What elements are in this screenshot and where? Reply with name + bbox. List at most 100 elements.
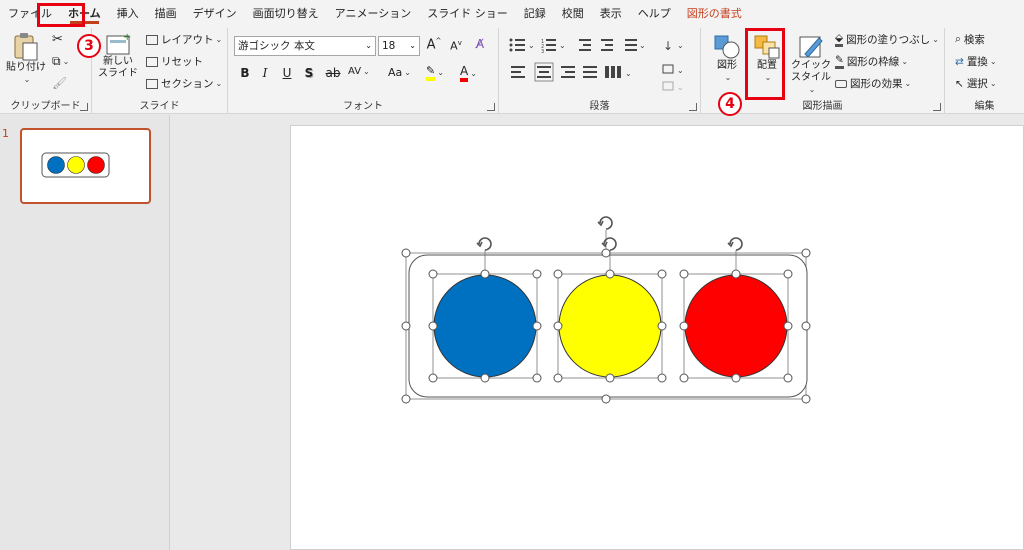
font-launcher-icon[interactable]	[487, 103, 495, 111]
new-slide-label-1: 新しい	[103, 56, 133, 67]
chevron-down-icon: ⌄	[724, 73, 732, 82]
shape-effects-button[interactable]: 図形の効果 ⌄	[835, 76, 911, 91]
drawing-launcher-icon[interactable]	[933, 103, 941, 111]
font-color-button[interactable]: A ⌄	[460, 64, 477, 82]
font-size-combo[interactable]: 18 ⌄	[378, 36, 420, 56]
font-name-combo[interactable]: 游ゴシック 本文 ⌄	[234, 36, 376, 56]
shrink-font-button[interactable]: Av	[447, 39, 465, 53]
thumbnail-preview	[41, 152, 110, 178]
tab-help[interactable]: ヘルプ	[630, 0, 679, 28]
slides-group-label: スライド	[139, 101, 180, 112]
copy-button[interactable]: ⧉ ⌄	[52, 54, 69, 69]
chevron-down-icon: ⌄	[215, 79, 223, 88]
ribbon-tab-bar: ファイル ホーム 挿入 描画 デザイン 画面切り替え アニメーション スライド …	[0, 0, 1024, 28]
slide-number: 1	[2, 127, 9, 140]
shapes-icon	[714, 35, 740, 59]
clipboard-launcher-icon[interactable]	[80, 103, 88, 111]
select-button[interactable]: ↖ 選択 ⌄	[955, 76, 997, 91]
reset-button[interactable]: リセット	[146, 54, 203, 69]
tab-slideshow[interactable]: スライド ショー	[419, 0, 516, 28]
paragraph-launcher-icon[interactable]	[689, 103, 697, 111]
shadow-button[interactable]: S	[300, 66, 318, 80]
quick-style-label-2: スタイル	[791, 72, 831, 83]
shapes-button[interactable]: 図形 ⌄	[709, 34, 745, 84]
svg-text:⌄: ⌄	[625, 69, 632, 78]
tab-animations[interactable]: アニメーション	[327, 0, 420, 28]
character-spacing-button[interactable]: AV ⌄	[348, 66, 370, 77]
blue-circle	[433, 274, 537, 378]
format-painter-button[interactable]: 🖌	[52, 76, 67, 90]
cut-button[interactable]: ✂	[52, 32, 63, 47]
step-3-marker: 3	[77, 34, 101, 58]
find-button[interactable]: ⌕ 検索	[955, 32, 985, 47]
quick-style-label-2-row: スタイル ⌄	[789, 72, 833, 96]
paragraph-group-label: 段落	[589, 101, 610, 112]
svg-text:⌄: ⌄	[677, 41, 684, 50]
highlight-color-button[interactable]: ✎ ⌄	[426, 64, 444, 81]
shape-outline-label: 図形の枠線	[846, 56, 900, 68]
tab-draw[interactable]: 描画	[147, 0, 185, 28]
clear-format-button[interactable]: A̸	[471, 37, 489, 51]
chevron-down-icon: ⌄	[989, 57, 997, 66]
paragraph-group: ⌄ 1 2 3 ⌄ ⌄ ↓ ⌄ ⌄ ⌄ ⌄ 段落	[499, 28, 701, 114]
layout-button[interactable]: レイアウト ⌄	[146, 32, 222, 47]
new-slide-icon: +	[106, 32, 131, 55]
chevron-down-icon: ⌄	[404, 68, 411, 77]
chevron-down-icon: ⌄	[901, 57, 909, 66]
shrink-font-label: A	[450, 39, 458, 53]
tab-insert[interactable]: 挿入	[109, 0, 147, 28]
bold-button[interactable]: B	[236, 66, 254, 80]
underline-button[interactable]: U	[278, 66, 296, 80]
grow-font-button[interactable]: A^	[425, 37, 443, 52]
shape-effects-icon	[835, 79, 847, 88]
quick-styles-icon	[799, 36, 823, 58]
home-tab-highlight	[37, 3, 85, 27]
chevron-down-icon: ⌄	[808, 85, 816, 94]
replace-button[interactable]: ⇄ 置換 ⌄	[955, 54, 997, 69]
new-slide-button[interactable]: + 新しい スライド	[96, 32, 140, 80]
chevron-down-icon: ⌄	[409, 41, 416, 50]
search-icon: ⌕	[955, 33, 961, 45]
find-label: 検索	[963, 34, 985, 46]
tab-shape-format[interactable]: 図形の書式	[679, 0, 750, 28]
replace-icon: ⇄	[955, 55, 964, 68]
chevron-down-icon: ⌄	[215, 35, 223, 44]
select-label: 選択	[966, 78, 988, 90]
slide-canvas[interactable]	[290, 125, 1024, 550]
tab-record[interactable]: 記録	[516, 0, 554, 28]
svg-text:3: 3	[541, 49, 544, 55]
tab-review[interactable]: 校閲	[554, 0, 592, 28]
section-button[interactable]: セクション ⌄	[146, 76, 222, 91]
tab-view[interactable]: 表示	[592, 0, 630, 28]
reset-icon	[146, 56, 158, 67]
shape-outline-button[interactable]: ✎ 図形の枠線 ⌄	[835, 54, 908, 69]
shape-fill-button[interactable]: ⬙ 図形の塗りつぶし ⌄	[835, 32, 939, 47]
clipboard-group-label: クリップボード	[10, 101, 81, 112]
yellow-circle	[558, 274, 662, 378]
svg-text:⌄: ⌄	[559, 41, 566, 50]
quick-style-label-1: クイック	[791, 60, 831, 71]
chevron-down-icon: ⌄	[62, 57, 70, 66]
paste-icon	[14, 33, 38, 61]
tab-design[interactable]: デザイン	[185, 0, 245, 28]
italic-button[interactable]: I	[256, 66, 274, 80]
slide-thumbnail[interactable]	[20, 128, 151, 204]
ribbon: 貼り付け ⌄ ✂ ⧉ ⌄ 🖌 クリップボード + 新しい スライド レイアウト …	[0, 28, 1024, 114]
layout-label: レイアウト	[161, 34, 214, 46]
paragraph-icons[interactable]: ⌄ 1 2 3 ⌄ ⌄ ↓ ⌄ ⌄ ⌄ ⌄	[507, 36, 697, 96]
cursor-icon: ↖	[955, 77, 964, 90]
quick-styles-button[interactable]: クイック スタイル ⌄	[789, 34, 833, 96]
font-group: 游ゴシック 本文 ⌄ 18 ⌄ A^ Av A̸ B I U S ab AV ⌄ …	[228, 28, 499, 114]
paste-button[interactable]: 貼り付け ⌄	[6, 32, 46, 86]
tab-transitions[interactable]: 画面切り替え	[245, 0, 327, 28]
svg-text:⌄: ⌄	[677, 83, 684, 92]
slide-thumbnail-panel: 1	[0, 115, 170, 550]
strikethrough-button[interactable]: ab	[322, 66, 344, 80]
change-case-button[interactable]: Aa ⌄	[388, 66, 411, 79]
brush-icon: 🖌	[52, 76, 68, 90]
chevron-down-icon: ⌄	[904, 79, 912, 88]
pen-outline-icon: ✎	[835, 54, 844, 69]
scissors-icon: ✂	[52, 32, 63, 47]
font-name-value: 游ゴシック 本文	[238, 40, 315, 52]
chevron-down-icon: ⌄	[437, 68, 444, 77]
